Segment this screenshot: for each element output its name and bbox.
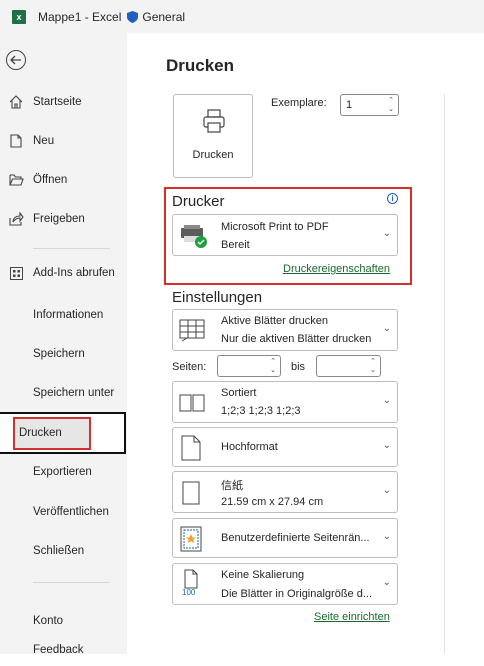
page-title: Drucken bbox=[166, 56, 235, 75]
nav-startseite[interactable]: Startseite bbox=[0, 86, 127, 118]
margins-dropdown[interactable]: Benutzerdefinierte Seitenrän... ⌄ bbox=[172, 518, 398, 558]
window-title: Mappe1 - Excel bbox=[38, 9, 122, 24]
print-what-dropdown[interactable]: Aktive Blätter drucken Nur die aktiven B… bbox=[172, 309, 398, 351]
title-bar: x Mappe1 - Excel General bbox=[0, 0, 484, 33]
collated-icon bbox=[179, 394, 205, 412]
print-button-label: Drucken bbox=[192, 149, 234, 161]
copies-label: Exemplare: bbox=[271, 97, 327, 109]
info-icon[interactable]: i bbox=[387, 193, 398, 204]
stepper-arrows-icon: ⌃ ⌄ bbox=[370, 358, 376, 374]
pages-label: Seiten: bbox=[172, 361, 207, 373]
share-icon bbox=[8, 211, 24, 227]
pages-to-stepper[interactable]: ⌃ ⌄ bbox=[316, 355, 381, 377]
nav-drucken[interactable]: Drucken bbox=[13, 417, 91, 450]
back-arrow-icon bbox=[10, 55, 21, 65]
back-button[interactable] bbox=[6, 50, 26, 70]
scaling-dropdown[interactable]: 100 Keine Skalierung Die Blätter in Orig… bbox=[172, 563, 398, 605]
nav-informationen[interactable]: Informationen bbox=[0, 299, 127, 331]
stepper-arrows-icon: ⌃ ⌄ bbox=[270, 358, 276, 374]
nav-veroeffentlichen[interactable]: Veröffentlichen bbox=[0, 496, 127, 528]
paper-size-dropdown[interactable]: 信紙 21.59 cm x 27.94 cm ⌄ bbox=[172, 471, 398, 513]
orientation-dropdown[interactable]: Hochformat ⌄ bbox=[172, 427, 398, 467]
settings-section-title: Einstellungen bbox=[172, 289, 263, 306]
printer-properties-link[interactable]: Druckereigenschaften bbox=[283, 263, 390, 275]
copies-stepper[interactable]: 1 ⌃ ⌄ bbox=[340, 94, 399, 116]
nav-exportieren[interactable]: Exportieren bbox=[0, 456, 127, 488]
nav-feedback[interactable]: Feedback bbox=[0, 634, 127, 666]
nav-add-ins[interactable]: Add-Ins abrufen bbox=[0, 257, 127, 289]
add-ins-icon bbox=[8, 265, 24, 281]
pages-from-stepper[interactable]: ⌃ ⌄ bbox=[217, 355, 281, 377]
home-icon bbox=[8, 94, 24, 110]
page-setup-link[interactable]: Seite einrichten bbox=[314, 611, 390, 623]
printer-name: Microsoft Print to PDF bbox=[221, 221, 329, 233]
nav-konto[interactable]: Konto bbox=[0, 605, 127, 637]
sidebar-divider bbox=[33, 582, 110, 583]
print-button[interactable]: Drucken bbox=[173, 94, 253, 178]
collate-dropdown[interactable]: Sortiert 1;2;3 1;2;3 1;2;3 ⌄ bbox=[172, 381, 398, 423]
preview-divider bbox=[444, 94, 445, 654]
nav-oeffnen[interactable]: Öffnen bbox=[0, 164, 127, 196]
chevron-down-icon: ⌄ bbox=[382, 323, 391, 334]
nav-schliessen[interactable]: Schließen bbox=[0, 535, 127, 567]
custom-margins-icon bbox=[180, 526, 202, 552]
nav-freigeben[interactable]: Freigeben bbox=[0, 203, 127, 235]
no-scaling-icon bbox=[184, 569, 198, 589]
chevron-down-icon: ⌄ bbox=[382, 577, 391, 588]
printer-icon bbox=[203, 109, 225, 133]
chevron-down-icon: ⌄ bbox=[382, 440, 391, 451]
nav-speichern[interactable]: Speichern bbox=[0, 338, 127, 370]
new-document-icon bbox=[8, 133, 24, 149]
sidebar-divider bbox=[33, 248, 110, 249]
stepper-arrows-icon: ⌃ ⌄ bbox=[388, 97, 394, 113]
sensitivity-label[interactable]: General bbox=[142, 10, 185, 24]
paper-icon bbox=[182, 481, 200, 505]
chevron-down-icon: ⌄ bbox=[382, 395, 391, 406]
printer-ready-icon bbox=[181, 225, 207, 248]
sheets-icon bbox=[179, 319, 205, 342]
shield-icon bbox=[127, 10, 139, 23]
printer-section-title: Drucker bbox=[172, 193, 225, 210]
excel-icon: x bbox=[12, 9, 26, 24]
portrait-icon bbox=[181, 435, 201, 461]
nav-speichern-unter[interactable]: Speichern unter bbox=[0, 377, 127, 409]
chevron-down-icon: ⌄ bbox=[382, 228, 391, 239]
printer-dropdown[interactable]: Microsoft Print to PDF Bereit ⌄ bbox=[172, 214, 398, 256]
open-folder-icon bbox=[8, 172, 24, 188]
chevron-down-icon: ⌄ bbox=[382, 531, 391, 542]
chevron-down-icon: ⌄ bbox=[382, 485, 391, 496]
pages-to-label: bis bbox=[291, 361, 306, 373]
nav-neu[interactable]: Neu bbox=[0, 125, 127, 157]
printer-status: Bereit bbox=[221, 239, 250, 251]
